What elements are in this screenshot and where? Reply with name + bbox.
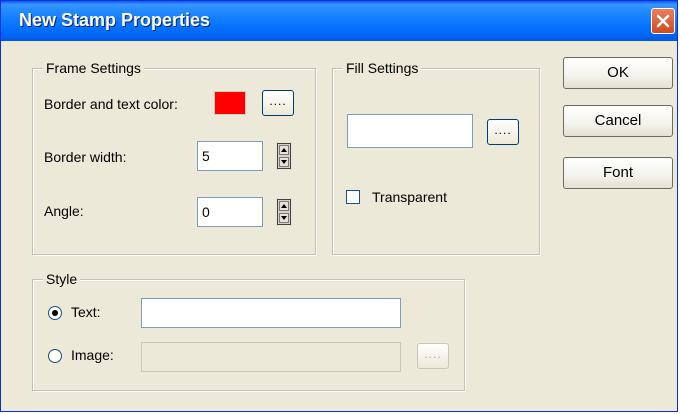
angle-down-button[interactable] xyxy=(279,213,289,223)
style-group: Style xyxy=(32,270,465,391)
stamp-properties-dialog: New Stamp Properties Frame Settings Bord… xyxy=(0,0,678,412)
image-radio-label[interactable]: Image: xyxy=(71,346,114,364)
close-icon xyxy=(656,14,670,28)
close-button[interactable] xyxy=(651,8,675,34)
fill-settings-legend: Fill Settings xyxy=(343,59,422,77)
stamp-text-input[interactable] xyxy=(141,298,401,328)
border-width-up-button[interactable] xyxy=(279,145,289,155)
border-color-browse-button[interactable]: .... xyxy=(262,90,294,116)
triangle-down-icon xyxy=(281,160,287,164)
image-path-input xyxy=(141,342,401,372)
border-width-label: Border width: xyxy=(44,149,127,165)
border-color-swatch[interactable] xyxy=(214,91,246,115)
border-width-spinner[interactable] xyxy=(277,143,291,169)
font-button[interactable]: Font xyxy=(563,157,673,189)
triangle-up-icon xyxy=(281,148,287,152)
radio-selected-dot xyxy=(52,310,58,316)
angle-label: Angle: xyxy=(44,203,84,219)
ok-button[interactable]: OK xyxy=(563,57,673,89)
transparent-label[interactable]: Transparent xyxy=(372,188,447,206)
fill-color-input[interactable] xyxy=(347,114,473,148)
triangle-up-icon xyxy=(281,204,287,208)
angle-spinner[interactable] xyxy=(277,199,291,225)
style-legend: Style xyxy=(43,270,81,288)
border-width-input[interactable] xyxy=(197,141,263,171)
fill-settings-group: Fill Settings xyxy=(332,59,540,255)
angle-input[interactable] xyxy=(197,197,263,227)
frame-settings-legend: Frame Settings xyxy=(43,59,144,77)
title-bar[interactable]: New Stamp Properties xyxy=(1,1,677,41)
border-color-label: Border and text color: xyxy=(44,96,178,112)
angle-up-button[interactable] xyxy=(279,201,289,211)
triangle-down-icon xyxy=(281,216,287,220)
cancel-button[interactable]: Cancel xyxy=(563,105,673,137)
image-browse-button: .... xyxy=(417,343,449,369)
border-width-down-button[interactable] xyxy=(279,157,289,167)
text-radio-label[interactable]: Text: xyxy=(71,303,101,321)
transparent-checkbox[interactable] xyxy=(346,190,360,204)
image-radio[interactable] xyxy=(48,349,62,363)
text-radio[interactable] xyxy=(48,306,62,320)
dialog-title: New Stamp Properties xyxy=(19,10,211,30)
fill-color-browse-button[interactable]: .... xyxy=(487,119,519,145)
